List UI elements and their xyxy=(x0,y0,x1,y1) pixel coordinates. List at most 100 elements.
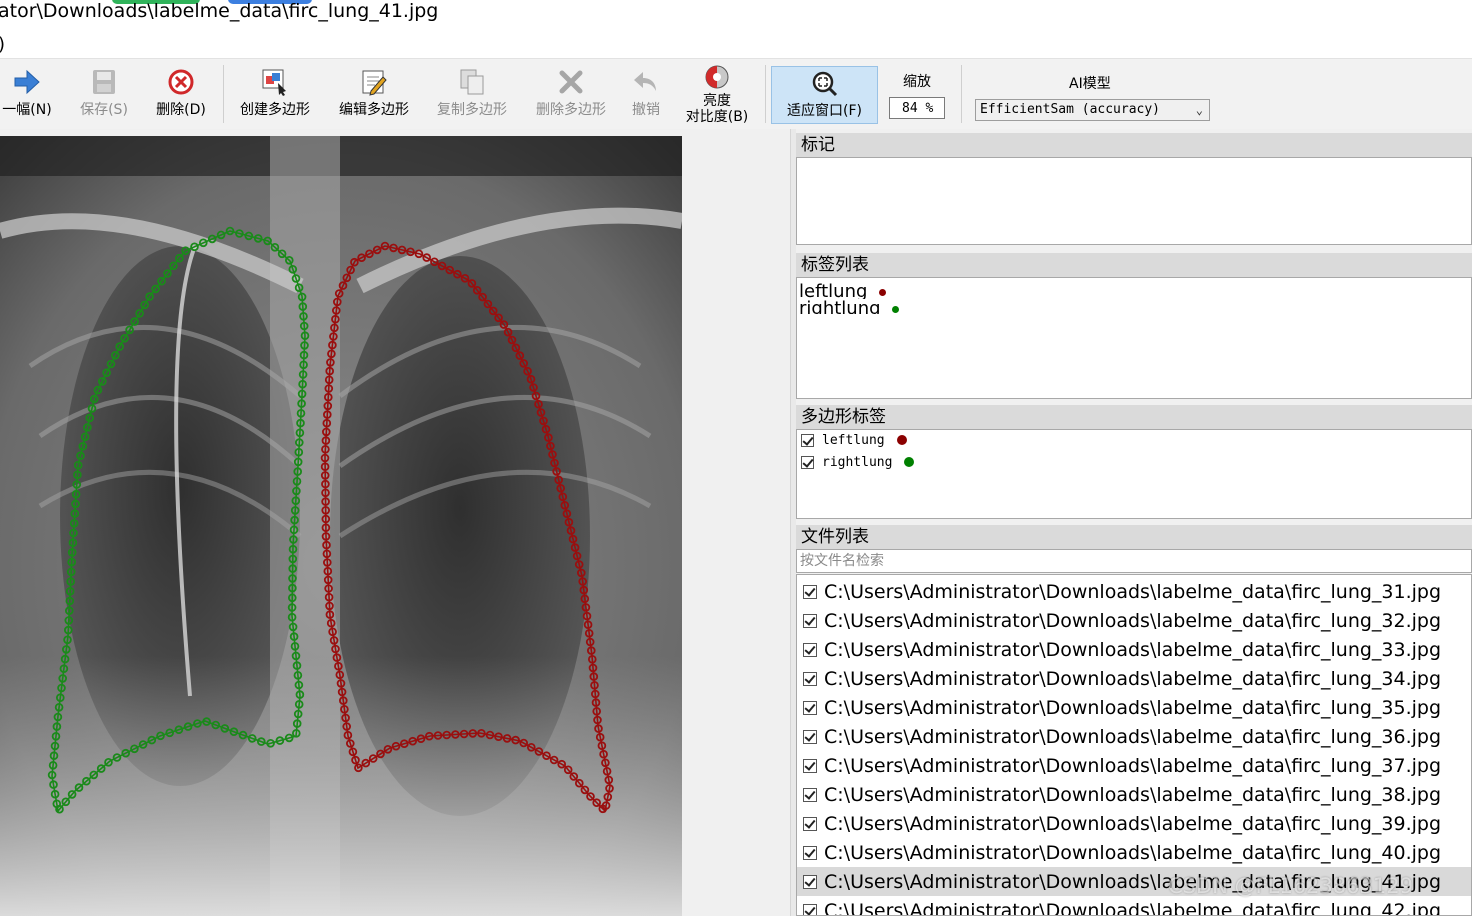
label-list[interactable]: leftlung rightlung xyxy=(796,277,1472,399)
edit-polygon-button[interactable]: 编辑多边形 xyxy=(333,63,415,125)
delete-button[interactable]: 删除(D) xyxy=(152,63,210,125)
polygon-color-dot xyxy=(896,435,907,445)
file-list-item[interactable]: C:\Users\Administrator\Downloads\labelme… xyxy=(797,664,1471,693)
file-checked-checkbox[interactable] xyxy=(803,729,817,744)
create-polygon-icon xyxy=(260,67,290,97)
save-label: 保存(S) xyxy=(80,102,128,118)
file-list-item[interactable]: C:\Users\Administrator\Downloads\labelme… xyxy=(797,606,1471,635)
file-checked-checkbox[interactable] xyxy=(803,584,817,599)
contrast-label: 对比度(B) xyxy=(685,109,749,125)
polygon-color-dot xyxy=(904,457,915,467)
toolbar-separator xyxy=(223,65,224,123)
delete-label: 删除(D) xyxy=(156,102,206,118)
ai-model-label: AI模型 xyxy=(1069,76,1111,92)
toolbar: 一幅(N) 保存(S) 删除(D) 创建多边形 编辑多边形 复制多边形 删除多边… xyxy=(0,58,1472,130)
next-image-label: 一幅(N) xyxy=(2,102,52,118)
file-list-item[interactable]: C:\Users\Administrator\Downloads\labelme… xyxy=(797,693,1471,722)
delete-polygon-button[interactable]: 删除多边形 xyxy=(530,63,612,125)
toolbar-separator xyxy=(765,65,766,123)
file-name: C:\Users\Administrator\Downloads\labelme… xyxy=(824,899,1442,916)
delete-polygon-icon xyxy=(556,67,586,97)
flags-list[interactable] xyxy=(796,157,1472,245)
file-search-input[interactable]: 按文件名检索 xyxy=(796,549,1472,573)
polygon-labels-list[interactable]: leftlung rightlung xyxy=(796,429,1472,519)
file-name: C:\Users\Administrator\Downloads\labelme… xyxy=(824,667,1442,690)
file-list-item[interactable]: C:\Users\Administrator\Downloads\labelme… xyxy=(797,780,1471,809)
polygon-visibility-checkbox[interactable] xyxy=(801,455,814,469)
file-name: C:\Users\Administrator\Downloads\labelme… xyxy=(824,580,1442,603)
polygon-label-item-rightlung[interactable]: rightlung xyxy=(801,452,915,472)
edit-polygon-icon xyxy=(359,67,389,97)
fit-window-button[interactable]: 适应窗口(F) xyxy=(771,66,878,124)
ai-model-value: EfficientSam (accuracy) xyxy=(980,102,1161,117)
brightness-contrast-icon xyxy=(702,63,732,93)
edit-polygon-label: 编辑多边形 xyxy=(339,102,409,118)
file-name: C:\Users\Administrator\Downloads\labelme… xyxy=(824,783,1442,806)
file-name: C:\Users\Administrator\Downloads\labelme… xyxy=(824,609,1442,632)
file-name: C:\Users\Administrator\Downloads\labelme… xyxy=(824,812,1442,835)
delete-circle-icon xyxy=(166,67,196,97)
file-list-item[interactable]: C:\Users\Administrator\Downloads\labelme… xyxy=(797,751,1471,780)
file-checked-checkbox[interactable] xyxy=(803,671,817,686)
polygon-visibility-checkbox[interactable] xyxy=(801,433,814,447)
file-name: C:\Users\Administrator\Downloads\labelme… xyxy=(824,725,1442,748)
next-image-button[interactable]: 一幅(N) xyxy=(0,63,58,125)
brightness-contrast-button[interactable]: 亮度 对比度(B) xyxy=(679,63,755,125)
file-list-item[interactable]: C:\Users\Administrator\Downloads\labelme… xyxy=(797,838,1471,867)
file-list-item[interactable]: C:\Users\Administrator\Downloads\labelme… xyxy=(797,722,1471,751)
copy-polygon-button[interactable]: 复制多边形 xyxy=(431,63,513,125)
window-title: ator\Downloads\labelme_data\firc_lung_41… xyxy=(0,0,439,22)
file-checked-checkbox[interactable] xyxy=(803,642,817,657)
ai-model-select[interactable]: EfficientSam (accuracy) ⌄ xyxy=(975,99,1210,121)
copy-polygon-label: 复制多边形 xyxy=(437,102,507,118)
toolbar-separator xyxy=(961,65,962,123)
label-color-dot xyxy=(879,288,887,296)
flags-dock-title: 标记 xyxy=(796,133,1472,157)
file-list-item[interactable]: C:\Users\Administrator\Downloads\labelme… xyxy=(797,635,1471,664)
file-name: C:\Users\Administrator\Downloads\labelme… xyxy=(824,638,1442,661)
create-polygon-button[interactable]: 创建多边形 xyxy=(234,63,316,125)
file-list-dock-title: 文件列表 xyxy=(796,525,1472,549)
file-checked-checkbox[interactable] xyxy=(803,758,817,773)
file-list[interactable]: C:\Users\Administrator\Downloads\labelme… xyxy=(796,574,1472,916)
save-button[interactable]: 保存(S) xyxy=(74,63,134,125)
undo-label: 撤销 xyxy=(632,102,660,118)
zoom-spinbox[interactable]: 84 % xyxy=(889,97,945,119)
brightness-label: 亮度 xyxy=(703,93,731,109)
file-name: C:\Users\Administrator\Downloads\labelme… xyxy=(824,754,1442,777)
polygon-label-item-leftlung[interactable]: leftlung xyxy=(801,430,907,450)
label-item-text: leftlung xyxy=(799,283,868,299)
file-checked-checkbox[interactable] xyxy=(803,874,817,889)
watermark: CSDN @FL1623863129 xyxy=(1168,874,1413,898)
file-checked-checkbox[interactable] xyxy=(803,700,817,715)
zoom-label: 缩放 xyxy=(903,74,931,90)
file-checked-checkbox[interactable] xyxy=(803,845,817,860)
menu-fragment[interactable]: ) xyxy=(0,34,5,55)
file-list-item[interactable]: C:\Users\Administrator\Downloads\labelme… xyxy=(797,809,1471,838)
file-list-item[interactable]: C:\Users\Administrator\Downloads\labelme… xyxy=(797,577,1471,606)
floppy-disk-icon xyxy=(89,67,119,97)
label-item-rightlung[interactable]: rightlung xyxy=(799,300,900,314)
file-checked-checkbox[interactable] xyxy=(803,816,817,831)
zoom-fit-icon xyxy=(810,69,840,99)
menu-bar: ) xyxy=(0,30,1472,58)
title-bar: ator\Downloads\labelme_data\firc_lung_41… xyxy=(0,0,1472,30)
file-name: C:\Users\Administrator\Downloads\labelme… xyxy=(824,841,1442,864)
file-checked-checkbox[interactable] xyxy=(803,903,817,915)
undo-button[interactable]: 撤销 xyxy=(624,63,668,125)
fit-window-label: 适应窗口(F) xyxy=(787,103,862,119)
file-checked-checkbox[interactable] xyxy=(803,787,817,802)
file-list-item[interactable]: C:\Users\Administrator\Downloads\labelme… xyxy=(797,896,1471,916)
image-canvas[interactable] xyxy=(0,129,790,916)
file-name: C:\Users\Administrator\Downloads\labelme… xyxy=(824,696,1442,719)
xray-image xyxy=(0,136,682,916)
polygon-label-text: leftlung xyxy=(822,432,885,448)
undo-arrow-icon xyxy=(631,67,661,97)
polygon-labels-dock-title: 多边形标签 xyxy=(796,405,1472,429)
file-checked-checkbox[interactable] xyxy=(803,613,817,628)
label-color-dot xyxy=(892,305,900,313)
label-list-dock-title: 标签列表 xyxy=(796,253,1472,277)
label-item-leftlung[interactable]: leftlung xyxy=(799,283,887,299)
arrow-right-icon xyxy=(12,67,42,97)
copy-polygon-icon xyxy=(457,67,487,97)
